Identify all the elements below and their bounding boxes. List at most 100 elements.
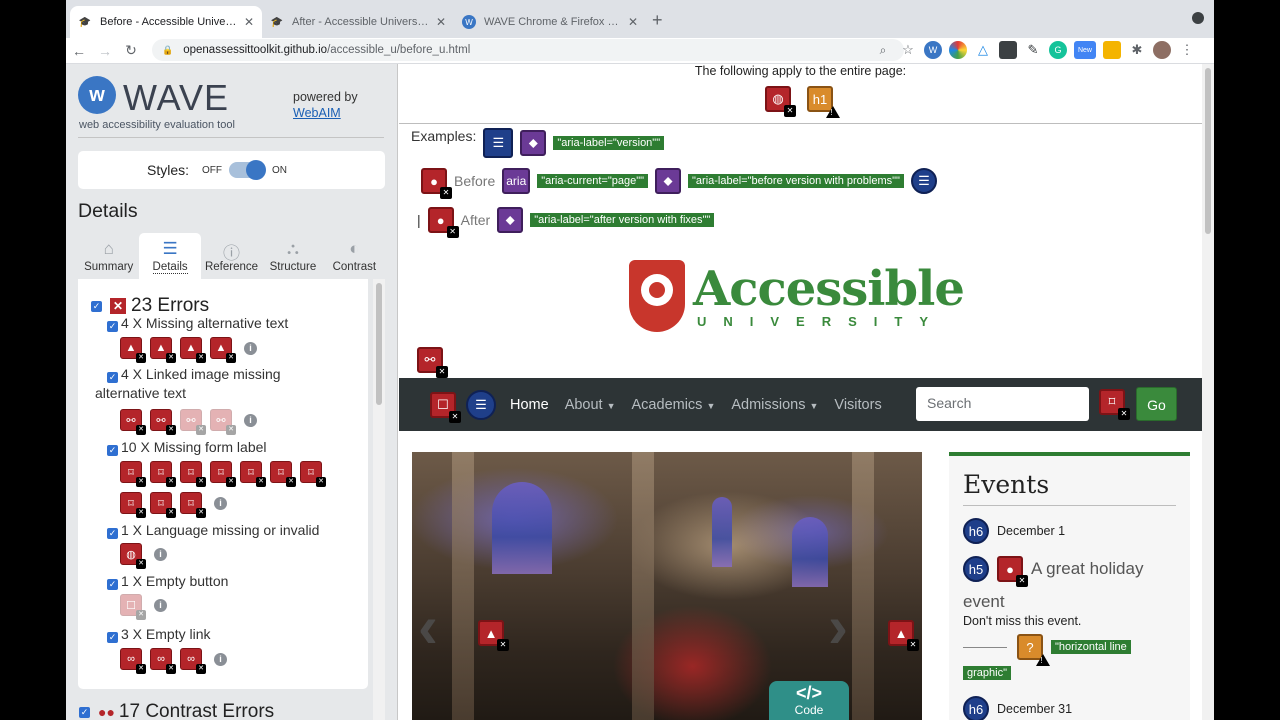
notes-extension-icon[interactable] [1103,41,1121,59]
aria-label-icon[interactable]: ⬥ [520,130,547,156]
carousel-next-icon[interactable]: › [828,592,848,661]
missing-alt-error-icon[interactable]: ▲ [478,620,509,651]
close-tab-icon[interactable]: ✕ [628,15,638,29]
tab-summary[interactable]: ⌂ Summary [78,233,139,279]
group-checkbox[interactable]: ✓ [107,445,118,456]
empty-link-error-icon[interactable]: ● [997,556,1028,587]
form-label-icon[interactable]: ⌑ [150,492,176,518]
form-label-icon[interactable]: ⌑ [240,461,266,487]
screen-icon[interactable] [999,41,1017,59]
info-icon[interactable]: i [244,341,257,355]
linked-image-icon[interactable]: ⚯ [180,409,206,435]
accessible-university-logo[interactable]: Accessible UNIVERSITY [629,260,965,332]
new-tab-icon[interactable]: + [652,10,663,31]
h6-badge[interactable]: h6 [963,518,989,544]
nav-about[interactable]: About ▼ [565,397,616,413]
webaim-link[interactable]: WebAIM [293,106,341,120]
linked-image-icon[interactable]: ⚯ [210,409,236,435]
close-tab-icon[interactable]: ✕ [436,15,446,29]
drive-icon[interactable]: △ [974,41,992,59]
language-error-icon[interactable]: ◍ [765,86,796,117]
aria-badge[interactable]: aria [502,168,531,194]
empty-link-icon[interactable]: ● [421,168,452,199]
group-checkbox[interactable]: ✓ [107,579,118,590]
star-icon[interactable]: ☆ [899,41,917,59]
tab-search-icon[interactable] [1192,12,1204,24]
search-input[interactable]: Search [916,387,1089,421]
event-title[interactable]: A great holiday [1031,559,1143,579]
form-label-error-icon[interactable]: ⌑ [1099,389,1130,420]
info-icon[interactable]: i [154,598,167,612]
kebab-menu-icon[interactable]: ⋮ [1178,41,1196,59]
group-checkbox[interactable]: ✓ [107,632,118,643]
nav-visitors[interactable]: Visitors [834,397,881,413]
h6-badge[interactable]: h6 [963,696,989,720]
missing-alt-icon[interactable]: ▲ [210,337,236,363]
language-icon[interactable]: ◍ [120,543,146,569]
empty-link-icon[interactable]: ∞ [120,648,146,674]
nav-academics[interactable]: Academics ▼ [632,397,716,413]
missing-alt-error-icon[interactable]: ▲ [888,620,919,651]
linked-image-error-icon[interactable]: ⚯ [417,347,448,378]
tab-details[interactable]: ☰ Details [139,233,201,279]
scroll-thumb[interactable] [376,283,382,405]
form-label-icon[interactable]: ⌑ [180,461,206,487]
close-tab-icon[interactable]: ✕ [244,15,254,29]
contrast-checkbox[interactable]: ✓ [79,706,90,718]
list-circle-icon[interactable]: ☰ [910,168,937,194]
forward-icon[interactable]: → [92,43,118,59]
aria-label-icon[interactable]: ⬥ [497,207,524,233]
go-button[interactable]: Go [1136,387,1177,421]
page-scrollbar[interactable] [1202,64,1214,720]
empty-button-error-icon[interactable]: ☐ [430,391,461,423]
linked-image-icon[interactable]: ⚯ [120,409,146,435]
info-icon[interactable]: i [154,547,167,561]
linked-image-icon[interactable]: ⚯ [150,409,176,435]
zoom-icon[interactable]: ⌕ [874,41,892,59]
tab-wave-extension[interactable]: W WAVE Chrome & Firefox Extens ✕ [454,6,646,38]
tab-before[interactable]: 🎓 Before - Accessible University D ✕ [70,6,262,38]
missing-alt-icon[interactable]: ▲ [120,337,146,363]
form-label-icon[interactable]: ⌑ [180,492,206,518]
nav-admissions[interactable]: Admissions ▼ [731,397,818,413]
tab-reference[interactable]: ⓘ Reference [201,233,262,279]
group-checkbox[interactable]: ✓ [107,528,118,539]
back-icon[interactable]: ← [66,43,92,59]
list-structure-icon[interactable]: ☰ [483,128,514,158]
avatar[interactable] [1153,41,1171,59]
errors-checkbox[interactable]: ✓ [91,300,102,312]
wave-extension-icon[interactable]: W [924,41,942,59]
info-icon[interactable]: i [214,652,227,666]
carousel-prev-icon[interactable]: ‹ [418,592,438,661]
empty-link-icon[interactable]: ∞ [150,648,176,674]
missing-alt-icon[interactable]: ▲ [180,337,206,363]
event-title-cont[interactable]: event [963,592,1005,612]
before-label[interactable]: Before [454,173,495,189]
empty-link-icon[interactable]: ∞ [180,648,206,674]
empty-button-icon[interactable]: ☐ [120,594,146,620]
puzzle-icon[interactable]: ✱ [1128,41,1146,59]
color-extension-icon[interactable] [949,41,967,59]
form-label-icon[interactable]: ⌑ [120,461,146,487]
grammarly-icon[interactable]: G [1049,41,1067,59]
form-label-icon[interactable]: ⌑ [120,492,146,518]
nav-home[interactable]: Home [510,397,549,413]
h5-badge[interactable]: h5 [963,556,989,582]
h1-alert-icon[interactable]: h1 [807,86,840,118]
alt-alert-icon[interactable]: ? [1017,634,1050,666]
group-checkbox[interactable]: ✓ [107,321,118,332]
form-label-icon[interactable]: ⌑ [150,461,176,487]
new-badge-extension[interactable]: New [1074,41,1096,59]
scroll-thumb[interactable] [1205,68,1211,234]
list-circle-icon[interactable]: ☰ [466,389,496,420]
form-label-icon[interactable]: ⌑ [270,461,296,487]
aria-label-icon[interactable]: ⬥ [655,168,682,194]
group-checkbox[interactable]: ✓ [107,372,118,383]
address-bar[interactable]: 🔒 openassessittoolkit.github.io/accessib… [152,39,904,61]
missing-alt-icon[interactable]: ▲ [150,337,176,363]
tab-contrast[interactable]: ◐ Contrast [324,233,385,279]
tab-structure[interactable]: ⛬ Structure [262,233,323,279]
info-icon[interactable]: i [244,413,257,427]
form-label-icon[interactable]: ⌑ [210,461,236,487]
tab-after[interactable]: 🎓 After - Accessible University D ✕ [262,6,454,38]
